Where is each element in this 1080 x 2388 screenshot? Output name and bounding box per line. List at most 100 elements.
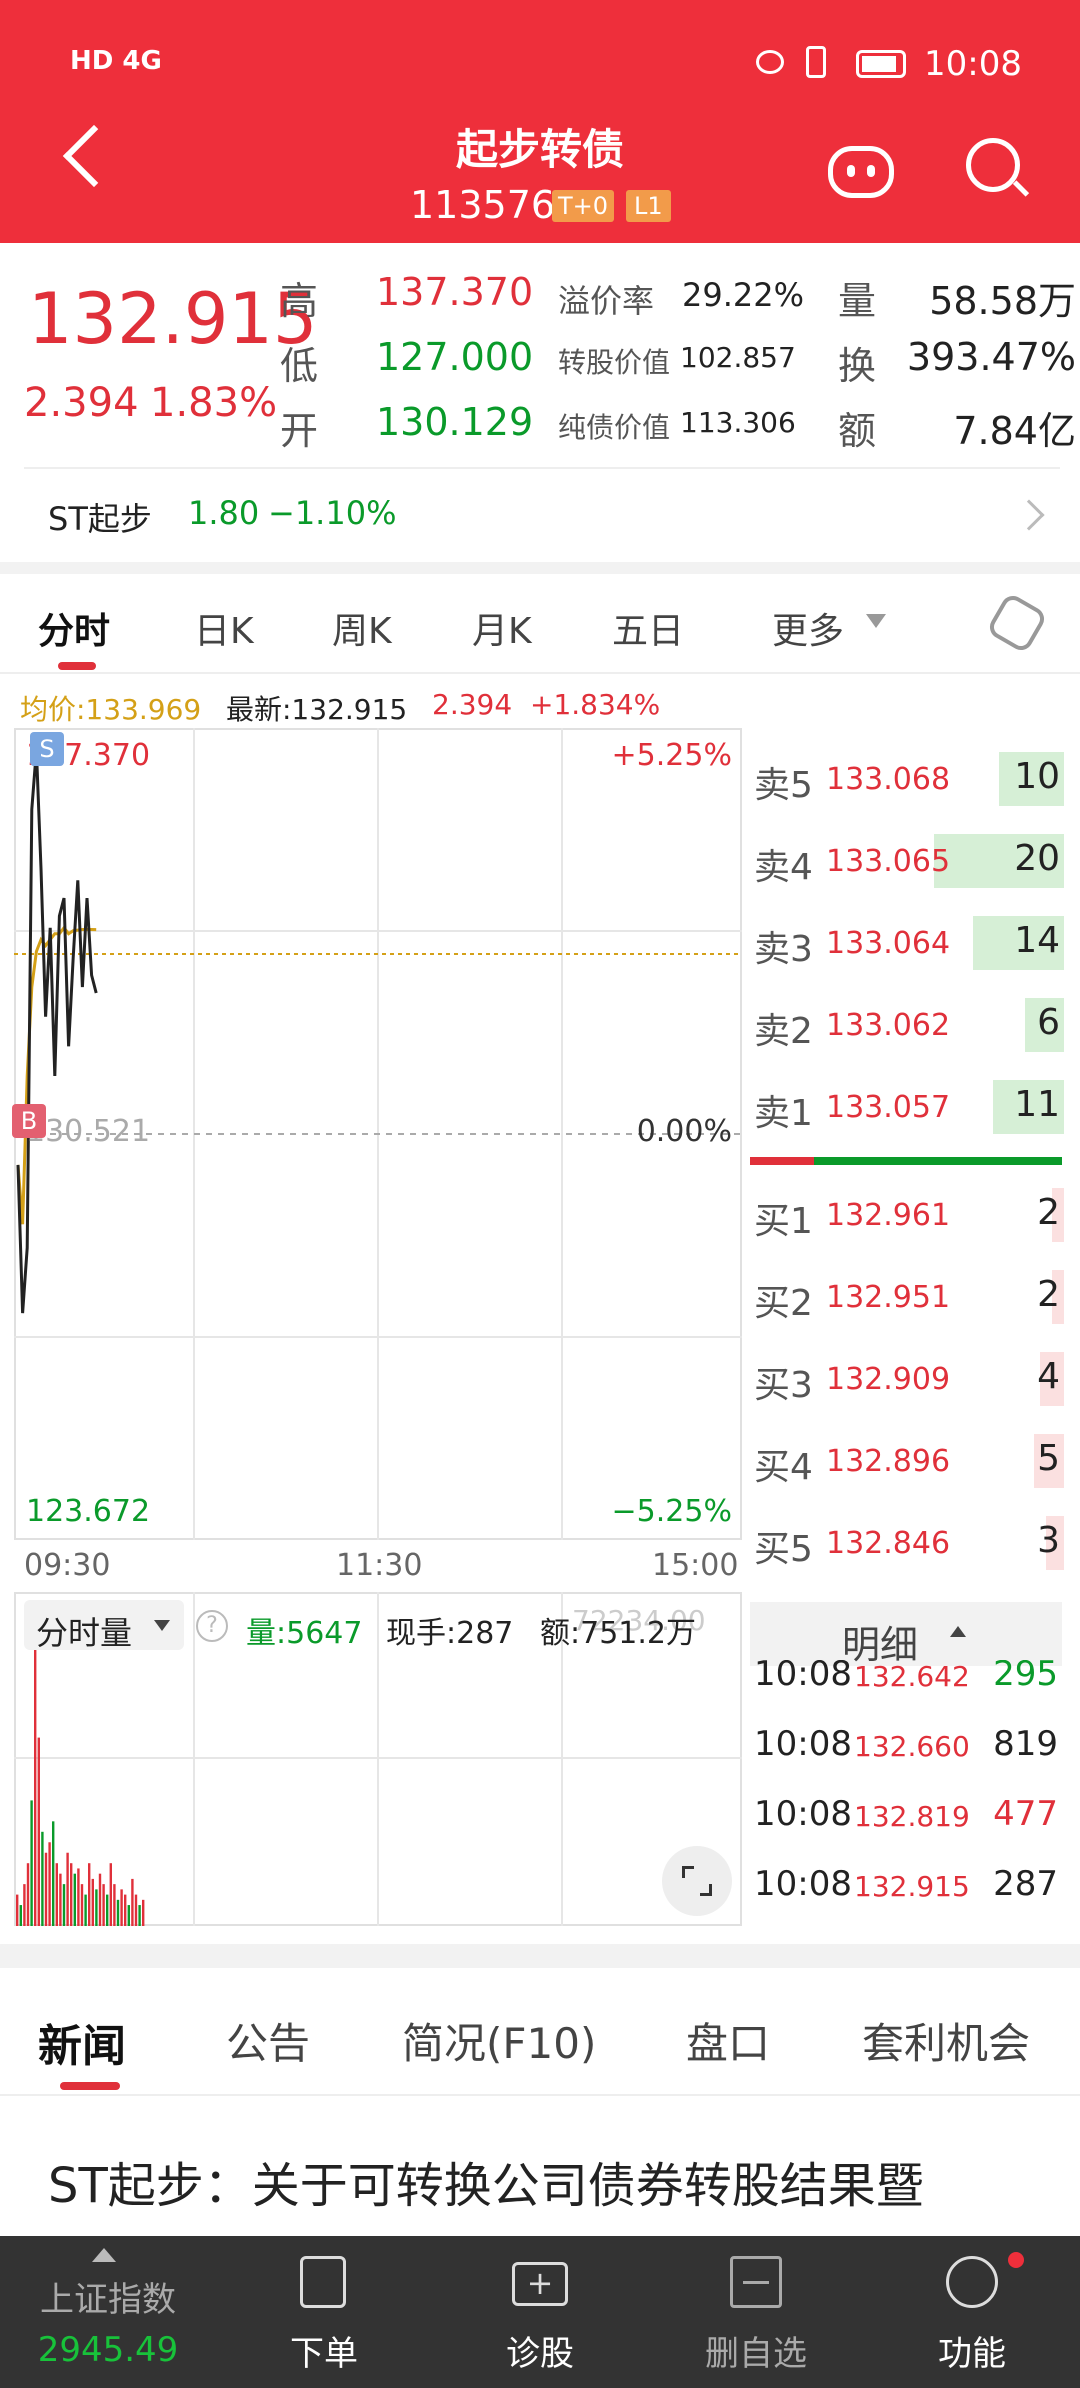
high-label: 高 xyxy=(280,279,319,323)
volume-bar xyxy=(116,1899,120,1926)
sell-qty: 10 xyxy=(1014,756,1060,797)
buy-level-1[interactable]: 买1 132.961 2 xyxy=(744,1184,1080,1244)
buy-price: 132.909 xyxy=(826,1362,951,1397)
volume-bar xyxy=(95,1889,98,1926)
volume-bar xyxy=(66,1852,69,1926)
buy-level-2[interactable]: 买2 132.951 2 xyxy=(744,1266,1080,1326)
detail-header[interactable]: 明细 xyxy=(750,1602,1062,1667)
premium-value: 29.22% xyxy=(682,276,805,314)
chart-bottom-pct: −5.25% xyxy=(611,1494,732,1529)
detail-time: 10:08 xyxy=(754,1724,852,1764)
index-ticker[interactable]: 上证指数 2945.49 xyxy=(0,2266,216,2388)
tab-daily-k[interactable]: 日K xyxy=(194,602,254,654)
tab-order-book[interactable]: 盘口 xyxy=(686,2010,770,2071)
volume-bar xyxy=(138,1905,141,1926)
bottom-nav: 上证指数 2945.49 下单 + 诊股 删自选 功能 xyxy=(0,2236,1080,2388)
nav-functions[interactable]: 功能 xyxy=(864,2236,1080,2388)
divider xyxy=(0,672,1080,674)
nav-diagnose[interactable]: + 诊股 xyxy=(432,2236,648,2388)
underlying-price: 1.80 xyxy=(188,494,260,532)
buy-level-5[interactable]: 买5 132.846 3 xyxy=(744,1512,1080,1572)
volume-bar xyxy=(113,1884,116,1926)
sell-label: 卖1 xyxy=(754,1093,813,1134)
nav-functions-label: 功能 xyxy=(938,2334,1006,2374)
high-value: 137.370 xyxy=(376,270,534,314)
current-hand: 现手:287 xyxy=(386,1616,514,1651)
volume-bar xyxy=(16,1894,19,1926)
divider xyxy=(24,467,1060,469)
detail-list[interactable]: 10:08 132.642 295 10:08 132.660 819 10:08 132.8… xyxy=(750,1660,1062,1930)
chevron-down-icon xyxy=(154,1620,170,1631)
vibrate-icon xyxy=(806,46,826,78)
conversion-value-label: 转股价值 xyxy=(558,346,671,379)
nav-order[interactable]: 下单 xyxy=(216,2236,432,2388)
buy-label: 买5 xyxy=(754,1529,813,1570)
tab-weekly-k[interactable]: 周K xyxy=(332,602,392,654)
tab-announcements[interactable]: 公告 xyxy=(226,2010,310,2071)
sell-label: 卖3 xyxy=(754,929,813,970)
buy-price: 132.951 xyxy=(826,1280,951,1315)
nav-diagnose-label: 诊股 xyxy=(506,2334,574,2374)
sell-level-1[interactable]: 卖5 133.068 10 xyxy=(744,748,1080,808)
robot-assistant-icon[interactable] xyxy=(828,146,894,198)
volume-bar xyxy=(19,1905,22,1926)
eye-icon xyxy=(756,50,784,74)
tab-intraday[interactable]: 分时 xyxy=(38,602,110,654)
buy-label: 买2 xyxy=(754,1283,813,1324)
sell-level-3[interactable]: 卖3 133.064 14 xyxy=(744,912,1080,972)
buy-label: 买1 xyxy=(754,1201,813,1242)
bond-value: 113.306 xyxy=(680,406,796,439)
sell-level-5[interactable]: 卖1 133.057 11 xyxy=(744,1076,1080,1136)
nav-order-label: 下单 xyxy=(290,2334,358,2374)
detail-price: 132.819 xyxy=(854,1800,970,1833)
fullscreen-icon[interactable] xyxy=(662,1846,732,1916)
underlying-stock-row[interactable]: ST起步 1.80 −1.10% xyxy=(0,470,1080,562)
conversion-value: 102.857 xyxy=(680,341,796,374)
status-network: HD 4G xyxy=(70,46,162,76)
chart-mid-pct: 0.00% xyxy=(636,1114,732,1149)
sell-marker[interactable]: S xyxy=(30,732,64,766)
settings-icon[interactable] xyxy=(985,591,1049,655)
low-value: 127.000 xyxy=(376,335,534,379)
sell-level-4[interactable]: 卖2 133.062 6 xyxy=(744,994,1080,1054)
chevron-up-icon xyxy=(92,2248,116,2262)
volume-bar xyxy=(26,1863,30,1926)
tab-news[interactable]: 新闻 xyxy=(38,2010,126,2074)
volume-bars xyxy=(16,1612,145,1926)
buy-sell-ratio-bar xyxy=(750,1157,1062,1165)
volume-type-dropdown[interactable]: 分时量 xyxy=(24,1600,184,1652)
volume-bar xyxy=(37,1737,40,1926)
buy-marker[interactable]: B xyxy=(12,1104,46,1138)
sell-label: 卖5 xyxy=(754,765,813,806)
buy-level-3[interactable]: 买3 132.909 4 xyxy=(744,1348,1080,1408)
volume-bar xyxy=(41,1831,44,1926)
buy-level-4[interactable]: 买4 132.896 5 xyxy=(744,1430,1080,1490)
tab-arbitrage[interactable]: 套利机会 xyxy=(862,2010,1030,2071)
section-gap xyxy=(0,562,1080,574)
chevron-down-icon xyxy=(866,614,886,628)
nav-remove-watchlist[interactable]: 删自选 xyxy=(648,2236,864,2388)
news-headline[interactable]: ST起步：关于可转换公司债券转股结果暨 xyxy=(48,2146,924,2216)
tab-monthly-k[interactable]: 月K xyxy=(472,602,532,654)
divider xyxy=(0,2094,1080,2096)
volume-bar xyxy=(44,1852,48,1926)
volume-bar xyxy=(59,1873,62,1926)
volume-bar xyxy=(88,1863,91,1926)
sell-label: 卖2 xyxy=(754,1011,813,1052)
sell-price: 133.057 xyxy=(826,1090,951,1125)
detail-price: 132.642 xyxy=(854,1660,970,1693)
volume-bar xyxy=(80,1884,84,1926)
bond-value-label: 纯债价值 xyxy=(558,411,671,444)
buy-qty: 2 xyxy=(1037,1192,1060,1233)
tab-profile-f10[interactable]: 简况(F10) xyxy=(402,2010,596,2071)
index-value: 2945.49 xyxy=(37,2330,179,2370)
minus-square-icon xyxy=(730,2256,782,2308)
detail-row: 10:08 132.819 477 xyxy=(750,1784,1062,1844)
volume-value: 量:5647 xyxy=(246,1616,363,1651)
sell-qty: 14 xyxy=(1014,920,1060,961)
help-icon[interactable]: ? xyxy=(196,1610,228,1642)
tab-more[interactable]: 更多 xyxy=(772,602,844,654)
menu-circle-icon xyxy=(946,2256,998,2308)
sell-level-2[interactable]: 卖4 133.065 20 xyxy=(744,830,1080,890)
tab-five-day[interactable]: 五日 xyxy=(612,602,684,654)
